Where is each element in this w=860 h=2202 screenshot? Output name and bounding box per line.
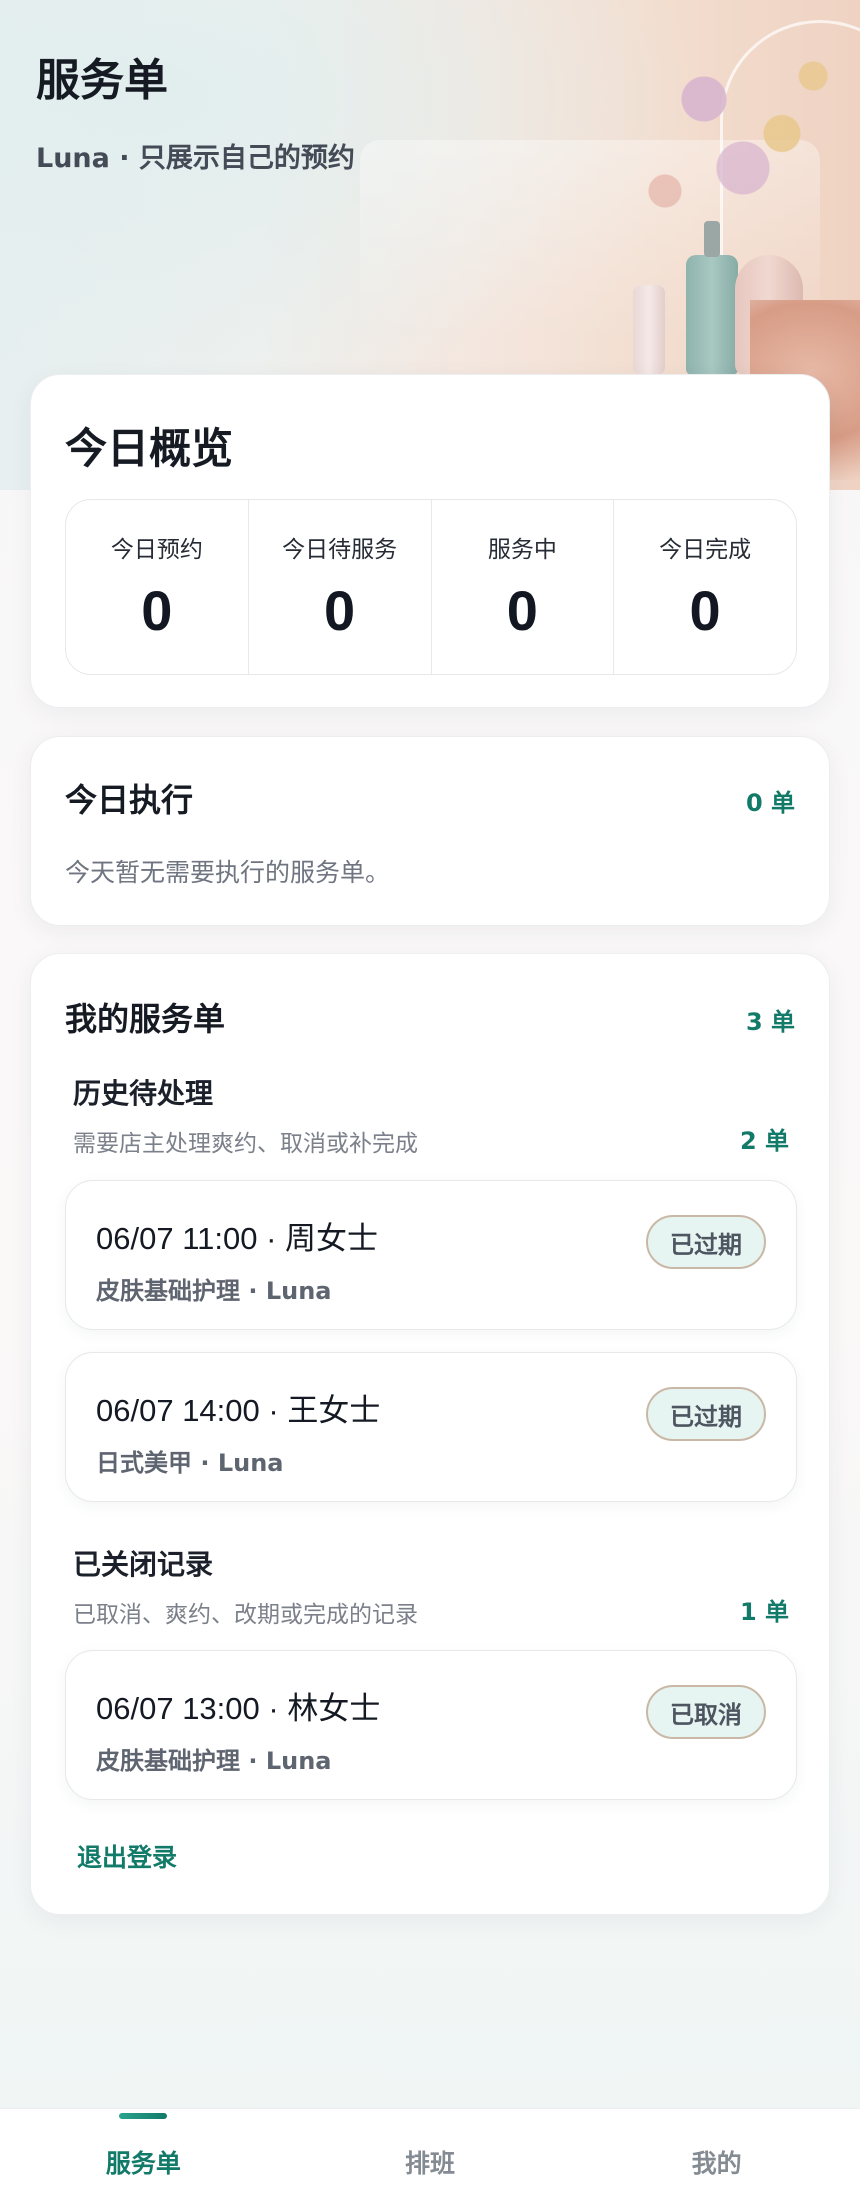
overview-stats: 今日预约 0 今日待服务 0 服务中 0 今日完成 0: [65, 499, 797, 675]
stat-label: 今日完成: [659, 537, 752, 563]
my-orders-card: 我的服务单 3 单 历史待处理 需要店主处理爽约、取消或补完成 2 单 06/0…: [30, 953, 830, 1915]
tab-mine[interactable]: 我的: [573, 2109, 860, 2202]
bottom-tab-bar: 服务单 排班 我的: [0, 2108, 860, 2202]
order-item[interactable]: 06/07 13:00 · 林女士 皮肤基础护理 · Luna 已取消: [65, 1650, 797, 1800]
pending-section-count: 2 单: [739, 1127, 789, 1155]
today-execution-card: 今日执行 0 单 今天暂无需要执行的服务单。: [30, 736, 830, 926]
overview-title: 今日概览: [65, 424, 234, 473]
page-subtitle: Luna · 只展示自己的预约: [36, 143, 355, 174]
logout-link[interactable]: 退出登录: [77, 1838, 177, 1874]
banner-flowers-decoration: [600, 30, 860, 260]
page-header: 服务单 Luna · 只展示自己的预约: [36, 44, 355, 175]
tab-label: 服务单: [105, 2148, 181, 2178]
tab-label: 我的: [691, 2148, 742, 2178]
banner-pump-bottle-decoration: [686, 221, 738, 375]
tab-service-orders[interactable]: 服务单: [0, 2109, 287, 2202]
closed-section-count: 1 单: [739, 1598, 789, 1626]
order-time-customer: 06/07 11:00 · 周女士: [96, 1221, 379, 1256]
order-item[interactable]: 06/07 11:00 · 周女士 皮肤基础护理 · Luna 已过期: [65, 1180, 797, 1330]
order-item[interactable]: 06/07 14:00 · 王女士 日式美甲 · Luna 已过期: [65, 1352, 797, 1502]
closed-section-desc: 已取消、爽约、改期或完成的记录: [73, 1602, 418, 1628]
stat-value: 0: [689, 579, 721, 642]
stat-value: 0: [506, 579, 538, 642]
closed-section-header: 已关闭记录 已取消、爽约、改期或完成的记录 1 单: [73, 1543, 789, 1629]
today-execution-title: 今日执行: [65, 781, 194, 819]
tab-label: 排班: [405, 2148, 456, 2178]
stat-today-completed: 今日完成 0: [614, 500, 796, 674]
order-service-staff: 日式美甲 · Luna: [96, 1449, 284, 1477]
my-orders-title: 我的服务单: [65, 1000, 226, 1038]
today-execution-count: 0 单: [745, 789, 795, 817]
stat-value: 0: [141, 579, 173, 642]
active-tab-indicator: [119, 2113, 168, 2119]
order-time-customer: 06/07 13:00 · 林女士: [96, 1691, 381, 1726]
today-empty-text: 今天暂无需要执行的服务单。: [65, 858, 391, 887]
overview-card: 今日概览 今日预约 0 今日待服务 0 服务中 0 今日完成 0: [30, 374, 830, 708]
order-service-staff: 皮肤基础护理 · Luna: [96, 1277, 332, 1305]
my-orders-count: 3 单: [745, 1008, 795, 1036]
tab-schedule[interactable]: 排班: [287, 2109, 574, 2202]
stat-label: 今日预约: [110, 537, 203, 563]
stat-value: 0: [324, 579, 356, 642]
order-time-customer: 06/07 14:00 · 王女士: [96, 1393, 381, 1428]
status-badge: 已过期: [646, 1387, 766, 1441]
stat-label: 服务中: [487, 537, 557, 563]
order-service-staff: 皮肤基础护理 · Luna: [96, 1747, 332, 1775]
closed-section-title: 已关闭记录: [73, 1548, 214, 1581]
page-title: 服务单: [36, 55, 168, 106]
stat-today-pending: 今日待服务 0: [249, 500, 432, 674]
stat-label: 今日待服务: [282, 537, 398, 563]
status-badge: 已过期: [646, 1215, 766, 1269]
pending-section-header: 历史待处理 需要店主处理爽约、取消或补完成 2 单: [73, 1072, 789, 1158]
banner-bottle-decoration: [633, 285, 665, 375]
stat-today-appointments: 今日预约 0: [66, 500, 249, 674]
pending-section-title: 历史待处理: [73, 1077, 214, 1110]
stat-in-service: 服务中 0: [432, 500, 615, 674]
status-badge: 已取消: [646, 1685, 766, 1739]
pending-section-desc: 需要店主处理爽约、取消或补完成: [73, 1131, 418, 1157]
